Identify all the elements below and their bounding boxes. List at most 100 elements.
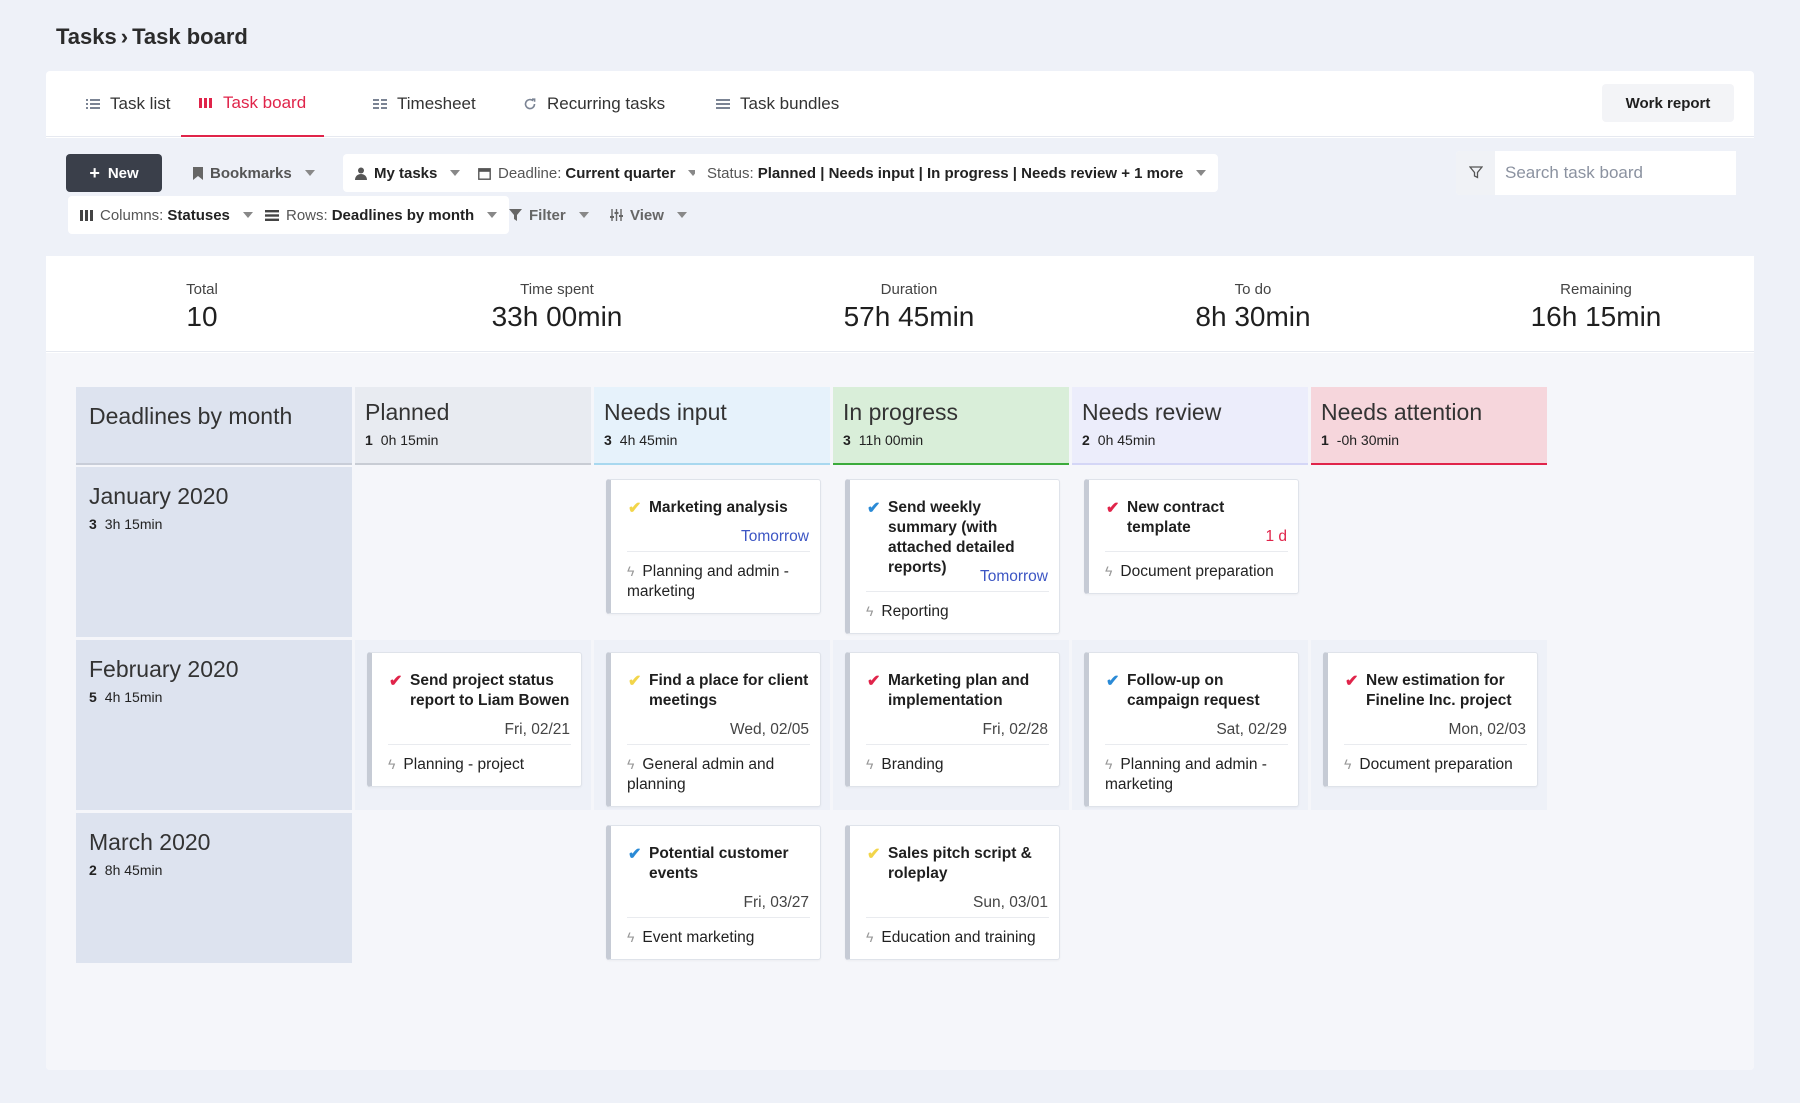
board-cell: [355, 467, 591, 637]
bookmark-icon: [193, 166, 203, 180]
stat-value: 57h 45min: [843, 301, 975, 332]
row-group-header: Deadlines by month: [76, 387, 352, 465]
column-title: Planned: [365, 399, 450, 425]
column-meta: 1 -0h 30min: [1321, 432, 1537, 448]
check-icon[interactable]: ✔: [1106, 498, 1119, 518]
tab-task-board[interactable]: Task board: [181, 71, 325, 137]
task-card[interactable]: ✔ Sales pitch script & roleplay Sun, 03/01…: [845, 825, 1060, 960]
column-header-needs-input[interactable]: Needs input 3 4h 45min: [594, 387, 830, 465]
filter-toggle-button[interactable]: [1456, 151, 1495, 195]
tab-timesheet[interactable]: Timesheet: [373, 71, 476, 137]
task-card[interactable]: ✔ Potential customer events Fri, 03/27 ϟ Eve…: [606, 825, 821, 960]
task-card[interactable]: ✔ New contract template 1 d ϟ Document prepa…: [1084, 479, 1299, 594]
rows-dropdown[interactable]: Rows: Deadlines by month: [253, 196, 510, 234]
task-due-date: Tomorrow: [979, 568, 1048, 585]
task-project: ϟ Document preparation: [1344, 754, 1527, 775]
check-icon[interactable]: ✔: [628, 671, 641, 691]
filter-dropdown[interactable]: Filter: [497, 196, 601, 234]
rows-value: Deadlines by month: [331, 206, 475, 224]
board-cell: [355, 813, 591, 963]
task-title: New contract template: [1127, 499, 1225, 536]
task-card[interactable]: ✔ Follow-up on campaign request Sat, 02/29…: [1084, 652, 1299, 807]
check-icon[interactable]: ✔: [628, 844, 641, 864]
bookmarks-label: Bookmarks: [210, 164, 292, 182]
task-card[interactable]: ✔ Find a place for client meetings Wed, 02…: [606, 652, 821, 807]
filter-label: Filter: [529, 206, 566, 224]
breadcrumb-section[interactable]: Tasks: [56, 24, 117, 49]
bookmarks-dropdown[interactable]: Bookmarks: [181, 154, 327, 192]
task-card[interactable]: ✔ Marketing analysis Tomorrow ϟ Planning and…: [606, 479, 821, 614]
work-report-button[interactable]: Work report: [1602, 84, 1734, 122]
column-count: 3: [604, 432, 612, 448]
tab-task-bundles[interactable]: Task bundles: [716, 71, 839, 137]
column-time: -0h 30min: [1336, 432, 1400, 448]
board-icon: [199, 96, 213, 110]
column-header-in-progress[interactable]: In progress 3 11h 00min: [833, 387, 1069, 465]
column-meta: 3 4h 45min: [604, 432, 820, 448]
bolt-icon: ϟ: [1344, 756, 1352, 772]
search-input[interactable]: [1495, 151, 1736, 195]
check-icon[interactable]: ✔: [1106, 671, 1119, 691]
task-due-date: Wed, 02/05: [730, 721, 809, 738]
bolt-icon: ϟ: [627, 929, 635, 945]
task-project-name: General admin and planning: [627, 756, 775, 793]
chevron-down-icon: [578, 212, 589, 218]
task-card[interactable]: ✔ New estimation for Fineline Inc. projec…: [1323, 652, 1538, 787]
card-divider: [866, 917, 1049, 918]
check-icon[interactable]: ✔: [867, 498, 880, 518]
check-icon[interactable]: ✔: [867, 844, 880, 864]
check-icon[interactable]: ✔: [867, 671, 880, 691]
column-title: Needs attention: [1321, 399, 1483, 425]
task-title: Find a place for client meetings: [649, 672, 809, 709]
tab-task-list[interactable]: Task list: [86, 71, 170, 137]
my-tasks-dropdown[interactable]: My tasks: [343, 154, 473, 192]
task-project: ϟ Reporting: [866, 601, 1049, 622]
bolt-icon: ϟ: [627, 563, 635, 579]
chevron-down-icon: [487, 212, 498, 218]
column-meta: 3 11h 00min: [843, 432, 1059, 448]
deadline-filter-dropdown[interactable]: Deadline: Current quarter: [466, 154, 711, 192]
row-label-february-2020: February 2020 5 4h 15min: [76, 640, 352, 810]
row-time: 8h 45min: [104, 862, 163, 878]
new-button-label: New: [107, 164, 139, 182]
task-project-name: Reporting: [881, 603, 949, 620]
column-header-needs-attention[interactable]: Needs attention 1 -0h 30min: [1311, 387, 1547, 465]
check-icon[interactable]: ✔: [389, 671, 402, 691]
card-divider: [1105, 551, 1288, 552]
task-card[interactable]: ✔ Marketing plan and implementation Fri, 0…: [845, 652, 1060, 787]
column-header-planned[interactable]: Planned 1 0h 15min: [355, 387, 591, 465]
card-divider: [1344, 744, 1527, 745]
task-project-name: Branding: [881, 756, 944, 773]
column-time: 0h 45min: [1097, 432, 1156, 448]
columns-dropdown[interactable]: Columns: Statuses: [68, 196, 265, 234]
row-meta: 5 4h 15min: [89, 689, 339, 705]
task-project-name: Document preparation: [1359, 756, 1513, 773]
row-count: 3: [89, 516, 97, 532]
rows-icon: [265, 209, 279, 221]
summary-stats: Total 10 Time spent 33h 00min Duration 5…: [46, 256, 1754, 352]
column-header-needs-review[interactable]: Needs review 2 0h 45min: [1072, 387, 1308, 465]
column-title: Needs input: [604, 399, 727, 425]
new-task-button[interactable]: + New: [66, 154, 162, 192]
task-project: ϟ Branding: [866, 754, 1049, 775]
tab-label: Timesheet: [397, 94, 476, 113]
menu-icon: [716, 97, 730, 111]
stat-label: Duration: [880, 281, 938, 298]
row-title: January 2020: [89, 483, 229, 509]
check-icon[interactable]: ✔: [1345, 671, 1358, 691]
tab-label: Recurring tasks: [547, 94, 666, 113]
task-project: ϟ Planning - project: [388, 754, 571, 775]
check-icon[interactable]: ✔: [628, 498, 641, 518]
task-project: ϟ Planning and admin - marketing: [627, 561, 810, 602]
task-board-grid: Deadlines by month Planned 1 0h 15min Nee…: [76, 387, 1729, 1040]
task-title: Follow-up on campaign request: [1127, 672, 1260, 709]
tab-recurring-tasks[interactable]: Recurring tasks: [523, 71, 665, 137]
task-card[interactable]: ✔ Send project status report to Liam Bowe…: [367, 652, 582, 787]
task-due-date: Sun, 03/01: [973, 894, 1048, 911]
task-card[interactable]: ✔ Send weekly summary (with attached deta…: [845, 479, 1060, 634]
columns-key: Columns:: [100, 206, 164, 224]
view-dropdown[interactable]: View: [598, 196, 699, 234]
bolt-icon: ϟ: [627, 756, 635, 772]
status-filter-dropdown[interactable]: Status: Planned | Needs input | In progr…: [695, 154, 1219, 192]
chevron-down-icon: [304, 170, 315, 176]
